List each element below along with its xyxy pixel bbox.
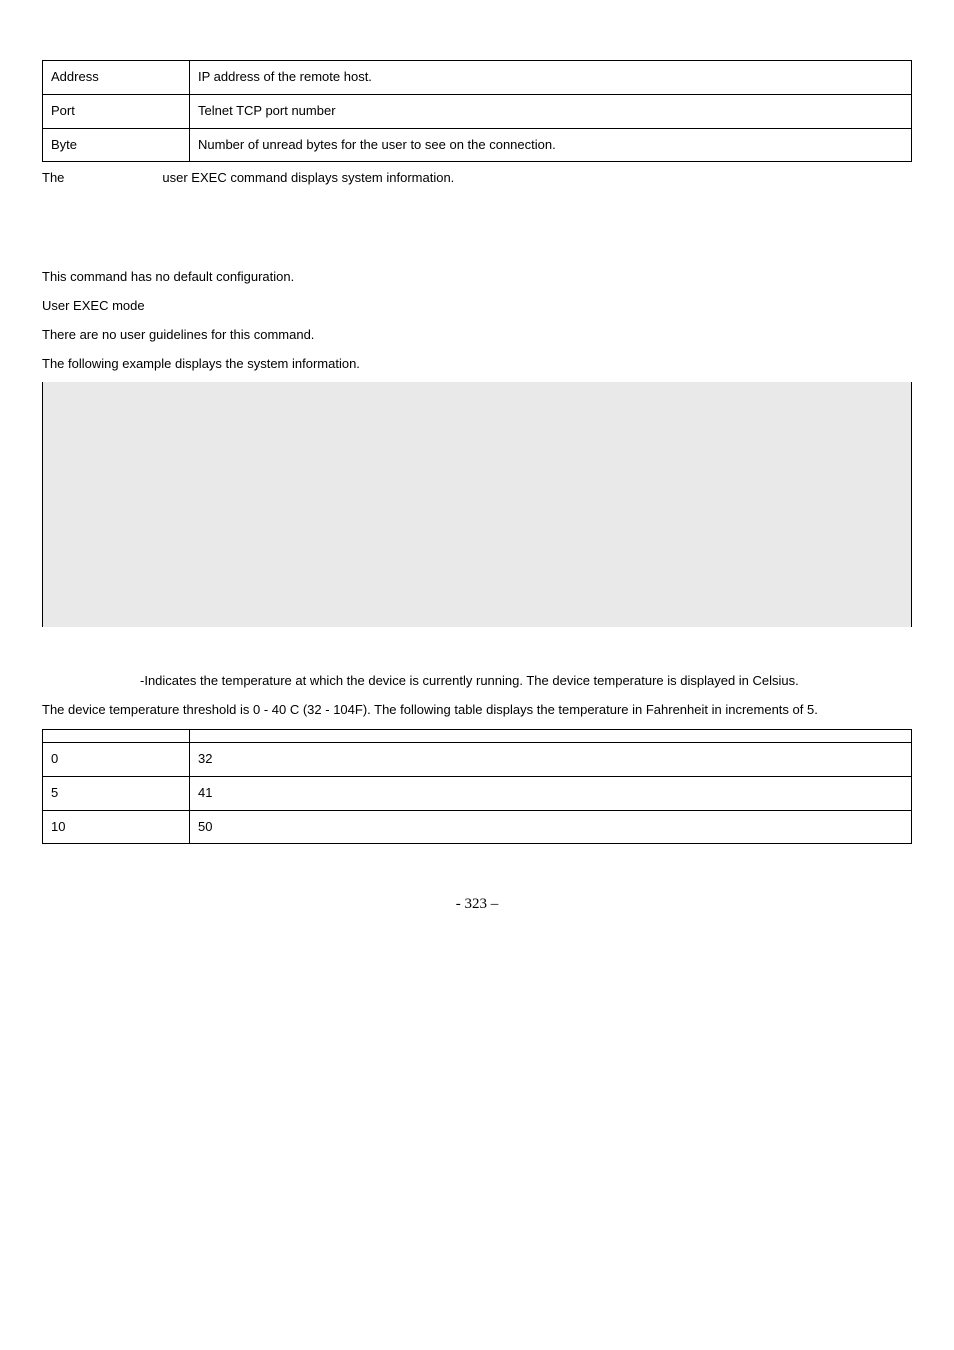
field-desc: IP address of the remote host. — [190, 61, 912, 95]
guidelines-text: There are no user guidelines for this co… — [42, 325, 912, 346]
temperature-table: 0 32 5 41 10 50 — [42, 729, 912, 844]
field-desc: Number of unread bytes for the user to s… — [190, 128, 912, 162]
fahrenheit-value: 41 — [190, 776, 912, 810]
celsius-value: 0 — [43, 742, 190, 776]
table-header-row — [43, 729, 912, 742]
fahrenheit-value: 32 — [190, 742, 912, 776]
table-row: Address IP address of the remote host. — [43, 61, 912, 95]
page-number: - 323 – — [42, 892, 912, 916]
celsius-value: 10 — [43, 810, 190, 844]
temperature-description: -Indicates the temperature at which the … — [42, 671, 912, 692]
table-row: Byte Number of unread bytes for the user… — [43, 128, 912, 162]
header-celsius — [43, 729, 190, 742]
table-row: 0 32 — [43, 742, 912, 776]
mode-text: User EXEC mode — [42, 296, 912, 317]
field-key: Byte — [43, 128, 190, 162]
temperature-threshold: The device temperature threshold is 0 - … — [42, 700, 912, 721]
intro-prefix: The — [42, 170, 64, 185]
temperature-sentence: -Indicates the temperature at which the … — [140, 673, 799, 688]
intro-rest: user EXEC command displays system inform… — [162, 170, 454, 185]
code-block — [42, 382, 912, 627]
table-row: 5 41 — [43, 776, 912, 810]
table-row: Port Telnet TCP port number — [43, 94, 912, 128]
example-text: The following example displays the syste… — [42, 354, 912, 375]
field-key: Port — [43, 94, 190, 128]
fahrenheit-value: 50 — [190, 810, 912, 844]
field-desc: Telnet TCP port number — [190, 94, 912, 128]
header-fahrenheit — [190, 729, 912, 742]
intro-text: The user EXEC command displays system inf… — [42, 168, 912, 189]
field-key: Address — [43, 61, 190, 95]
default-config-text: This command has no default configuratio… — [42, 267, 912, 288]
celsius-value: 5 — [43, 776, 190, 810]
table-row: 10 50 — [43, 810, 912, 844]
field-table: Address IP address of the remote host. P… — [42, 60, 912, 162]
